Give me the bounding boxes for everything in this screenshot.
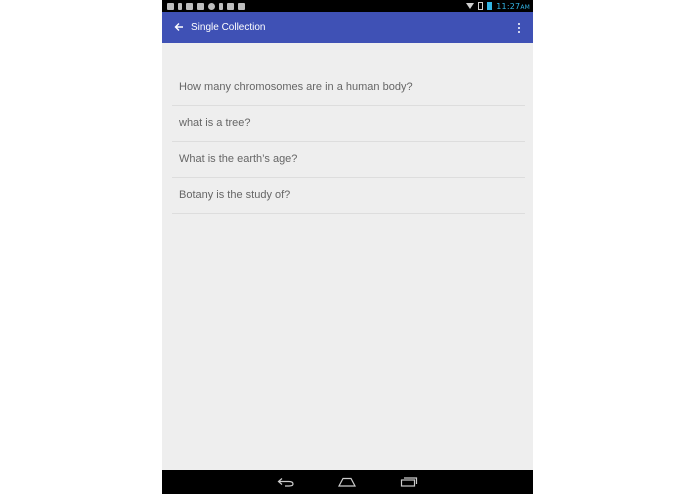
arrow-back-icon bbox=[174, 23, 183, 31]
notification-icons bbox=[167, 1, 245, 11]
nav-recents-icon bbox=[400, 477, 418, 487]
status-clock: 11:27AM bbox=[496, 1, 530, 11]
question-item[interactable]: Botany is the study of? bbox=[172, 178, 525, 214]
nav-home-button[interactable] bbox=[337, 474, 357, 490]
battery-charging-icon bbox=[487, 2, 493, 10]
question-item[interactable]: what is a tree? bbox=[172, 106, 525, 142]
mail-icon bbox=[197, 2, 204, 10]
app-bar: Single Collection bbox=[162, 12, 533, 43]
nav-recents-button[interactable] bbox=[399, 474, 419, 490]
status-clock-ampm: AM bbox=[520, 3, 530, 11]
battery-icon bbox=[478, 2, 484, 10]
question-item[interactable]: What is the earth’s age? bbox=[172, 142, 525, 178]
nav-back-icon bbox=[277, 478, 294, 487]
copy-icon bbox=[238, 2, 245, 10]
device-screen: 11:27AM Single Collection How many chrom… bbox=[162, 0, 533, 494]
nav-back-button[interactable] bbox=[276, 474, 296, 490]
back-button[interactable] bbox=[171, 19, 187, 35]
status-bar: 11:27AM bbox=[162, 0, 533, 12]
image-icon bbox=[186, 2, 193, 10]
question-list: How many chromosomes are in a human body… bbox=[172, 70, 525, 214]
copy-icon bbox=[227, 2, 234, 10]
wifi-icon bbox=[466, 3, 475, 9]
question-item[interactable]: How many chromosomes are in a human body… bbox=[172, 70, 525, 106]
more-vert-icon bbox=[518, 22, 520, 25]
system-icons: 11:27AM bbox=[466, 0, 530, 12]
chat-icon bbox=[208, 2, 215, 10]
overflow-menu-button[interactable] bbox=[515, 20, 523, 35]
usb-icon bbox=[219, 2, 223, 10]
wrench-icon bbox=[167, 2, 174, 10]
nav-home-icon bbox=[338, 477, 356, 487]
usb-icon bbox=[178, 2, 182, 10]
app-title: Single Collection bbox=[191, 22, 266, 33]
navigation-bar bbox=[162, 470, 533, 494]
